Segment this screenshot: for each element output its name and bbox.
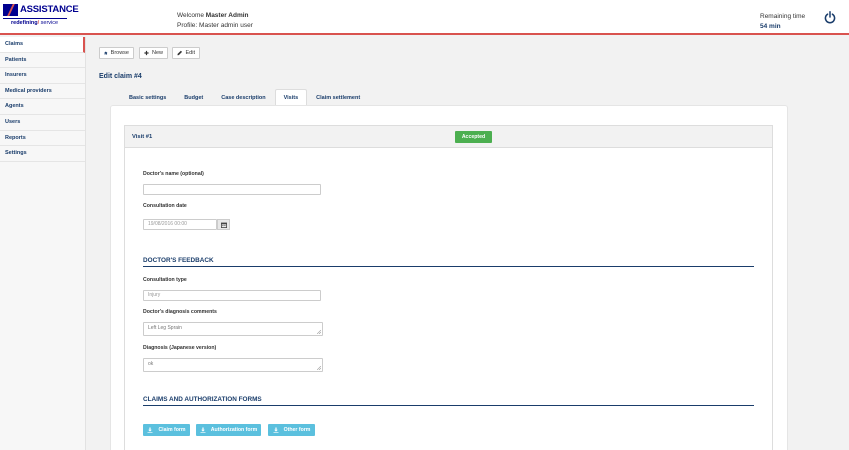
welcome-block: Welcome Master Admin Profile: Master adm…	[177, 11, 253, 31]
plus-icon	[144, 50, 149, 56]
remaining-label: Remaining time	[760, 13, 806, 20]
tab-claim-settlement[interactable]: Claim settlement	[307, 89, 369, 105]
consultation-type-label: Consultation type	[143, 277, 187, 283]
sidebar: Claims Patients Insurers Medical provide…	[0, 37, 86, 450]
edit-label: Edit	[185, 50, 195, 56]
other-form-label: Other form	[283, 427, 311, 433]
new-label: New	[151, 50, 163, 56]
authorization-form-label: Authorization form	[210, 427, 258, 433]
forms-divider	[143, 405, 754, 406]
feedback-divider	[143, 266, 754, 267]
axa-logo-icon	[3, 4, 18, 16]
axa-logo[interactable]: ASSISTANCE redefining/ service	[3, 3, 79, 29]
visit-header[interactable]: Visit #1 Accepted	[125, 126, 772, 148]
new-button[interactable]: New	[139, 47, 168, 59]
logo-text: ASSISTANCE	[20, 4, 79, 15]
sidebar-item-claims[interactable]: Claims	[0, 37, 85, 53]
sidebar-item-settings[interactable]: Settings	[0, 146, 85, 162]
logo-tagline: redefining/ service	[11, 20, 58, 26]
page-title: Edit claim #4	[99, 73, 142, 80]
tab-budget[interactable]: Budget	[175, 89, 212, 105]
welcome-name: Master Admin	[205, 12, 249, 19]
remaining-time: Remaining time 54 min	[760, 12, 805, 32]
claim-form-label: Claim form	[158, 427, 186, 433]
pencil-icon	[177, 50, 183, 56]
tagline-bold: redefining	[11, 20, 38, 26]
tagline-rest: service	[39, 20, 59, 26]
doctors-feedback-heading: DOCTOR'S FEEDBACK	[143, 257, 214, 264]
profile-label: Profile: Master admin user	[177, 22, 253, 29]
browse-label: Browse	[110, 50, 129, 56]
consultation-type-input[interactable]: Injury	[143, 290, 321, 301]
calendar-button[interactable]	[217, 219, 230, 230]
authorization-form-button[interactable]: Authorization form	[196, 424, 261, 436]
power-icon[interactable]	[824, 11, 836, 24]
sidebar-item-agents[interactable]: Agents	[0, 99, 85, 115]
doctor-name-input[interactable]	[143, 184, 321, 195]
claim-form-button[interactable]: Claim form	[143, 424, 190, 436]
diagnosis-japanese-label: Diagnosis (Japanese version)	[143, 345, 217, 351]
tab-case-description[interactable]: Case description	[212, 89, 274, 105]
sidebar-item-users[interactable]: Users	[0, 115, 85, 131]
diagnosis-comments-textarea[interactable]: Left Leg Sprain	[143, 322, 323, 336]
download-icon	[200, 427, 206, 433]
diagnosis-comments-label: Doctor's diagnosis comments	[143, 309, 217, 315]
diagnosis-japanese-textarea[interactable]: ok	[143, 358, 323, 372]
tab-visits[interactable]: Visits	[274, 89, 308, 105]
sidebar-item-medical-providers[interactable]: Medical providers	[0, 84, 85, 100]
consultation-date-label: Consultation date	[143, 203, 187, 209]
logo-divider	[3, 18, 67, 19]
welcome-prefix: Welcome	[177, 12, 206, 19]
home-icon	[104, 51, 108, 55]
consultation-date-input[interactable]: 19/08/2016 00:00	[143, 219, 217, 230]
claims-forms-heading: CLAIMS AND AUTHORIZATION FORMS	[143, 396, 262, 403]
resize-handle-icon[interactable]	[317, 366, 321, 370]
claim-tabs: Basic settings Budget Case description V…	[120, 89, 369, 105]
diagnosis-comments-value: Left Leg Sprain	[148, 325, 182, 331]
remaining-value: 54 min	[760, 23, 781, 30]
sidebar-item-patients[interactable]: Patients	[0, 53, 85, 69]
status-badge: Accepted	[455, 131, 492, 143]
doctor-name-label: Doctor's name (optional)	[143, 171, 204, 177]
calendar-icon	[220, 222, 227, 228]
download-icon	[273, 427, 279, 433]
sidebar-item-reports[interactable]: Reports	[0, 131, 85, 147]
diagnosis-japanese-value: ok	[148, 361, 154, 367]
sidebar-item-insurers[interactable]: Insurers	[0, 68, 85, 84]
download-icon	[147, 427, 153, 433]
resize-handle-icon[interactable]	[317, 330, 321, 334]
edit-button[interactable]: Edit	[172, 47, 200, 59]
app-header: ASSISTANCE redefining/ service Welcome M…	[0, 0, 849, 35]
other-form-button[interactable]: Other form	[268, 424, 315, 436]
tab-basic-settings[interactable]: Basic settings	[120, 89, 175, 105]
visit-title: Visit #1	[132, 134, 153, 140]
browse-button[interactable]: Browse	[99, 47, 134, 59]
